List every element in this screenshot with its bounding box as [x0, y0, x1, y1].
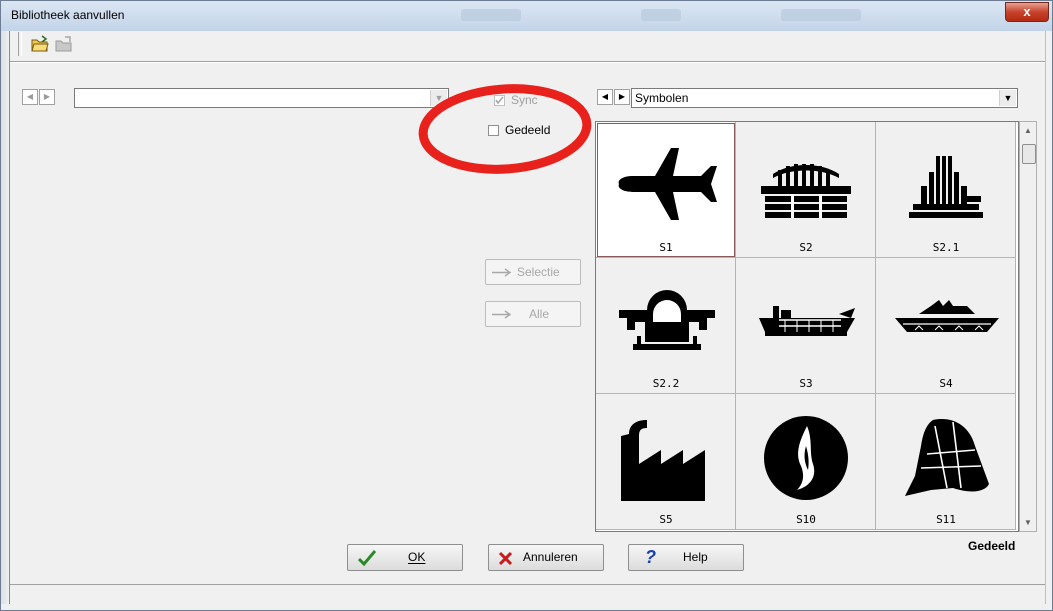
right-arrow-icon: ▶ [618, 92, 626, 101]
symbol-cell-s10[interactable]: S10 [736, 394, 876, 530]
symbol-code: S2 [799, 241, 813, 254]
title-bar[interactable]: Bibliotheek aanvullen x [1, 1, 1052, 31]
all-button[interactable]: Alle [485, 301, 581, 327]
symbol-cell-s2-2[interactable]: S2.2 [596, 258, 736, 394]
scroll-thumb[interactable] [1022, 144, 1036, 164]
right-prev-button[interactable]: ◀ [597, 89, 613, 105]
scroll-up-icon[interactable]: ▲ [1020, 126, 1036, 135]
symbol-code: S5 [659, 513, 673, 526]
status-bar [10, 584, 1045, 605]
symbol-code: S1 [659, 241, 673, 254]
folder-disabled-icon [55, 36, 72, 52]
help-question-icon: ? [645, 547, 656, 567]
symbol-grid[interactable]: S1 S2 S2.1 S2.2 S3 S4 S5 S10 S11 [595, 121, 1019, 532]
left-next-button[interactable]: ▶ [39, 89, 55, 105]
sync-checkbox[interactable] [494, 95, 505, 106]
stadium-icon [761, 164, 851, 218]
right-arrow-icon: ▶ [43, 92, 51, 101]
factory-icon [621, 420, 705, 501]
airplane-icon [618, 148, 717, 220]
flame-emblem-icon [764, 416, 848, 500]
arrow-right-icon [492, 268, 512, 277]
columns-building-icon [909, 156, 983, 218]
symbol-code: S10 [796, 513, 816, 526]
symbol-cell-s2-1[interactable]: S2.1 [876, 122, 1016, 258]
cargo-ship-icon [759, 306, 855, 336]
window-title: Bibliotheek aanvullen [11, 8, 125, 22]
arch-icon [619, 290, 715, 350]
chevron-down-icon[interactable]: ▼ [430, 90, 447, 106]
symbol-code: S4 [939, 377, 953, 390]
symbol-code: S2.2 [652, 377, 680, 390]
title-blur [461, 9, 521, 21]
symbol-cell-s1[interactable]: S1 [596, 122, 736, 258]
shared-checkbox[interactable] [488, 125, 499, 136]
all-button-label: Alle [529, 307, 550, 321]
checkmark-icon [495, 96, 504, 105]
left-library-combo[interactable]: ▼ [74, 88, 449, 108]
symbol-cell-s2[interactable]: S2 [736, 122, 876, 258]
selection-button-label: Selectie [517, 265, 560, 279]
symbol-cell-s11[interactable]: S11 [876, 394, 1016, 530]
close-button[interactable]: x [1005, 2, 1049, 22]
symbol-cell-s5[interactable]: S5 [596, 394, 736, 530]
chevron-down-icon[interactable]: ▼ [999, 90, 1016, 106]
symbol-grid-scrollbar[interactable]: ▲ ▼ [1019, 121, 1037, 532]
toolbar-grip [18, 32, 22, 56]
shared-checkbox-row[interactable]: Gedeeld [488, 123, 550, 137]
cancel-x-icon [498, 551, 513, 566]
symbol-cell-s3[interactable]: S3 [736, 258, 876, 394]
window-edge [1, 31, 9, 604]
close-icon: x [1023, 4, 1031, 19]
arrow-right-icon [492, 310, 512, 319]
shared-label: Gedeeld [505, 123, 551, 137]
right-next-button[interactable]: ▶ [614, 89, 630, 105]
toolbar-divider [10, 61, 1045, 63]
left-arrow-icon: ◀ [26, 92, 34, 101]
cancel-button-label: Annuleren [523, 550, 578, 564]
dialog-client: ◀ ▶ ▼ Sync Gedeeld Selectie Alle ◀ ▶ Sym… [9, 31, 1046, 605]
symbol-code: S11 [936, 513, 956, 526]
symbol-code: S2.1 [932, 241, 960, 254]
help-button[interactable]: ? Help [628, 544, 744, 571]
sync-checkbox-row[interactable]: Sync [494, 93, 538, 107]
ok-button[interactable]: OK [347, 544, 463, 571]
checkmark-icon [358, 550, 376, 566]
left-arrow-icon: ◀ [601, 92, 609, 101]
cancel-button[interactable]: Annuleren [488, 544, 604, 571]
symbol-library-combo[interactable]: Symbolen ▼ [631, 88, 1018, 108]
ok-button-label: OK [408, 550, 426, 564]
symbol-cell-s4[interactable]: S4 [876, 258, 1016, 394]
shared-status-label: Gedeeld [968, 539, 1016, 553]
selection-button[interactable]: Selectie [485, 259, 581, 285]
symbol-code: S3 [799, 377, 813, 390]
title-blur [641, 9, 681, 21]
open-folder-icon[interactable] [31, 35, 49, 53]
title-blur [781, 9, 861, 21]
passenger-ship-icon [895, 300, 999, 332]
left-prev-button[interactable]: ◀ [22, 89, 38, 105]
symbol-combo-value: Symbolen [635, 91, 689, 105]
help-button-label: Help [683, 550, 708, 564]
dialog-window: Bibliotheek aanvullen x ◀ ▶ ▼ Sync Gedee… [0, 0, 1053, 611]
helmet-icon [905, 419, 989, 496]
sync-label: Sync [511, 93, 538, 107]
scroll-down-icon[interactable]: ▼ [1020, 518, 1036, 527]
